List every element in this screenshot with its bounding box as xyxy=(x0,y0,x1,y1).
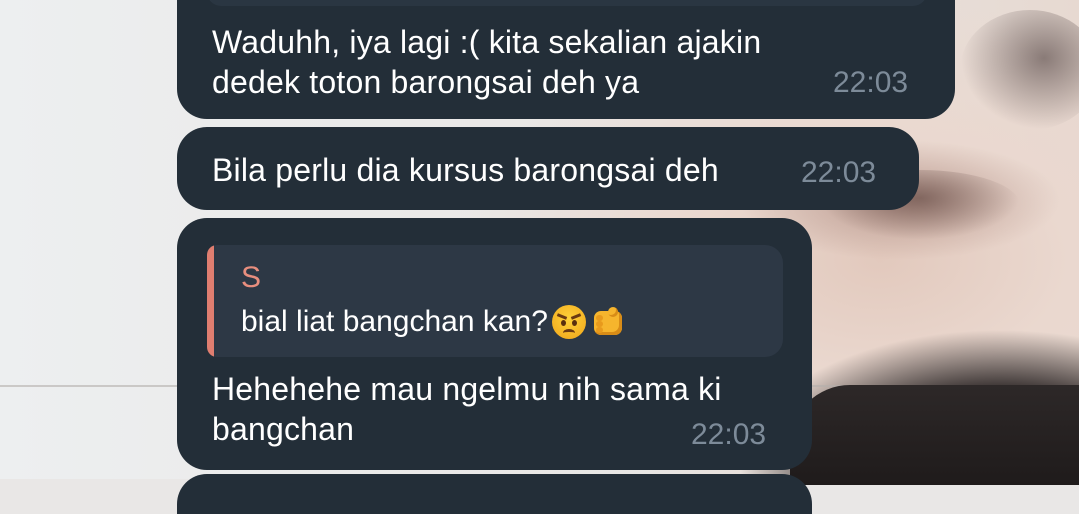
message-bubble[interactable]: Bila perlu dia kursus barongsai deh 22:0… xyxy=(177,127,919,210)
message-text: Hehehehe mau ngelmu nih sama ki bangchan xyxy=(212,371,722,447)
reply-quote-text: bial liat bangchan kan? xyxy=(241,305,548,338)
reply-quote-line: bial liat bangchan kan? xyxy=(241,305,624,339)
message-text: Waduhh, iya lagi :( kita sekalian ajakin… xyxy=(212,24,762,100)
angry-face-icon xyxy=(551,305,586,339)
wallpaper-shade xyxy=(960,10,1079,130)
reply-accent-bar xyxy=(207,245,214,357)
reply-sender: S xyxy=(241,261,262,294)
message-bubble[interactable]: Waduhh, iya lagi :( kita sekalian ajakin… xyxy=(177,0,955,119)
wallpaper-hair xyxy=(790,385,1079,485)
fist-icon xyxy=(590,305,624,339)
message-time: 22:03 xyxy=(801,156,877,189)
reply-quote[interactable]: S bial liat bangchan kan? xyxy=(207,245,783,357)
reply-preview-edge xyxy=(207,0,927,6)
message-text: Bila perlu dia kursus barongsai deh xyxy=(212,152,719,188)
message-time: 22:03 xyxy=(691,418,767,451)
message-bubble[interactable]: S bial liat bangchan kan? Hehehehe mau n… xyxy=(177,218,812,470)
message-time: 22:03 xyxy=(833,66,909,99)
message-bubble-partial[interactable] xyxy=(177,474,812,514)
